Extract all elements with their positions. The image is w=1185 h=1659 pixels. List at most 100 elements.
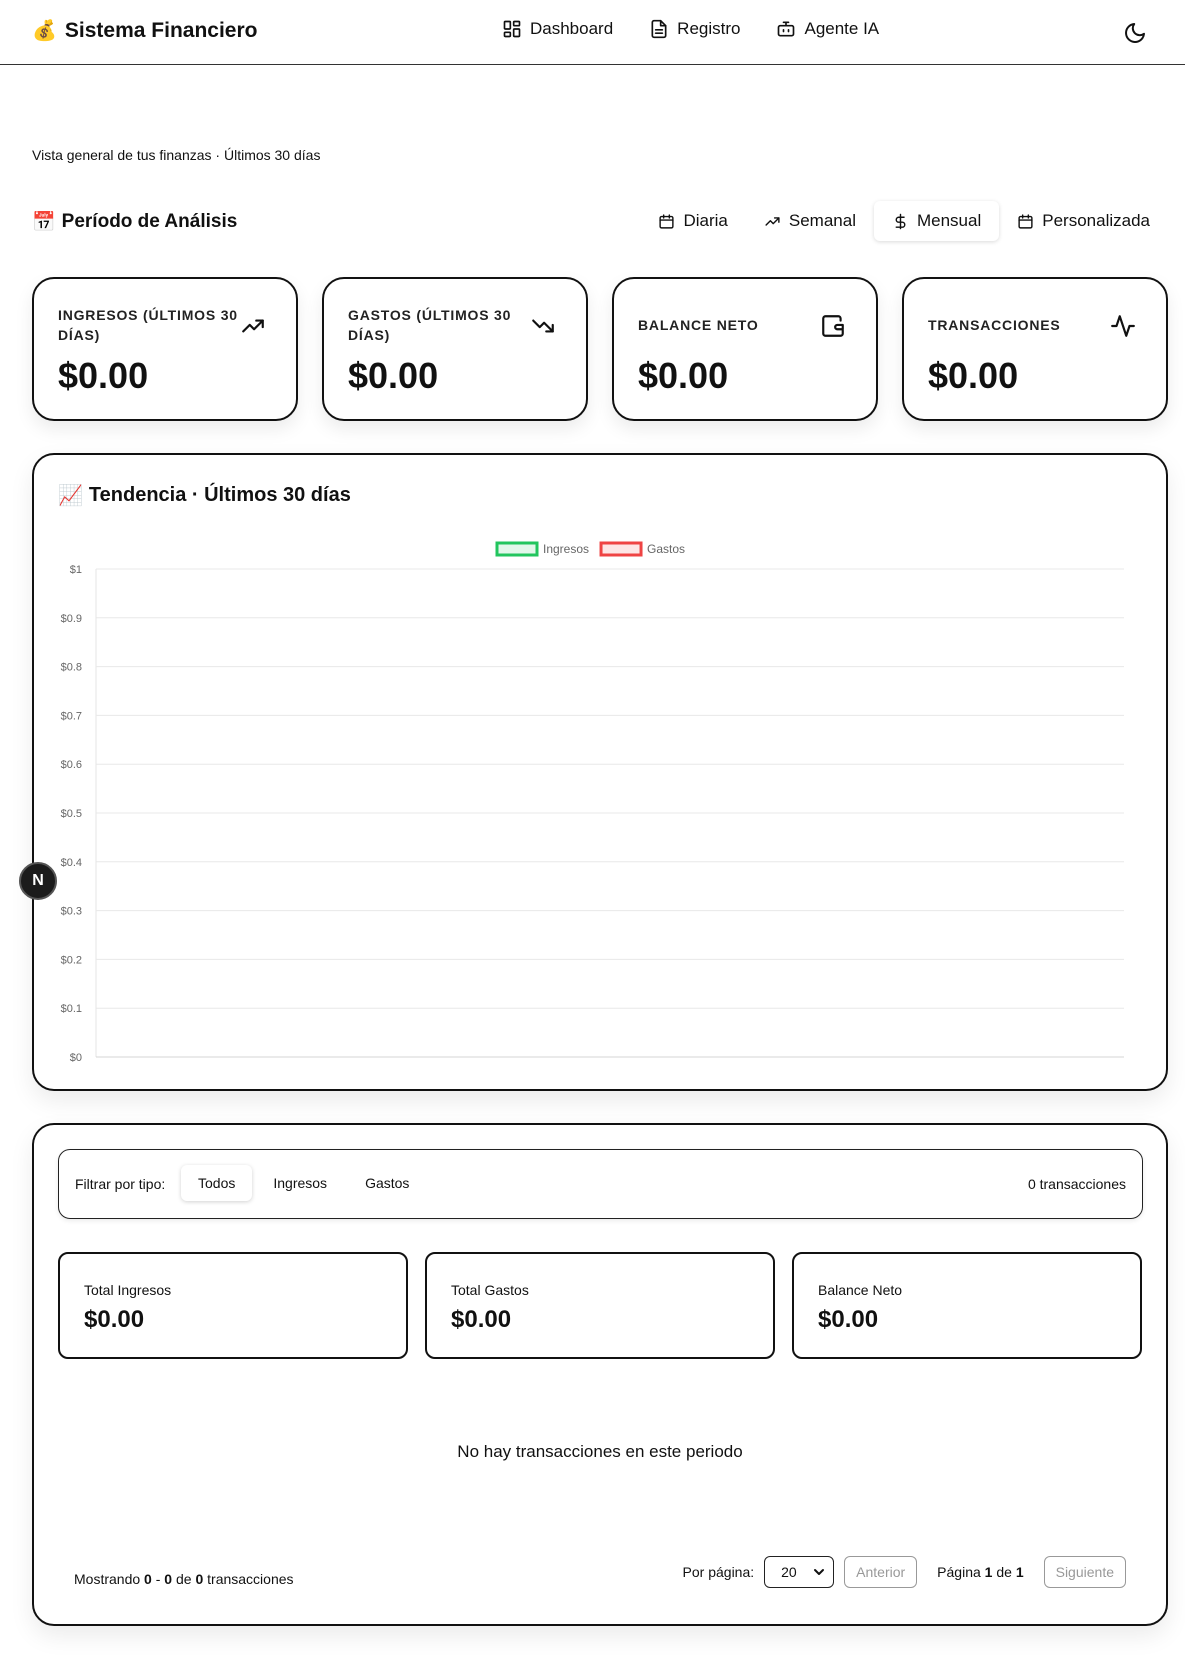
top-navbar: 💰 Sistema Financiero Dashboard Registro … [0,0,1185,65]
filter-buttons: Todos Ingresos Gastos [181,1165,426,1201]
y-tick-label: $0.9 [61,613,82,625]
filter-bar: Filtrar por tipo: Todos Ingresos Gastos … [58,1149,1143,1219]
next-dev-badge[interactable]: N [19,862,57,900]
summary-card-balance: Balance Neto $0.00 [792,1252,1142,1359]
page-word: Página [937,1564,981,1580]
summary-value: $0.00 [818,1306,879,1333]
pager-to: 0 [164,1571,173,1587]
y-tick-label: $0.1 [61,1003,82,1015]
pagination-controls: Por página: 20 Anterior Página 1 de 1 Si… [683,1556,1126,1588]
summary-label: Balance Neto [818,1282,903,1298]
y-tick-label: $0.4 [61,857,82,869]
pager-from: 0 [144,1571,152,1587]
activity-icon [1111,315,1135,337]
wallet-icon [822,315,844,337]
stat-label: TRANSACCIONES [928,317,1061,333]
stat-card-ingresos: INGRESOS (ÚLTIMOS 30 DÍAS) $0.00 [32,277,298,421]
filter-gastos-button[interactable]: Gastos [348,1165,426,1201]
period-title: 📅 Período de Análisis [32,210,237,234]
trending-up-icon [242,319,264,333]
money-bag-icon: 💰 [32,20,57,42]
stat-value: $0.00 [928,355,1019,396]
period-semanal-label: Semanal [788,211,856,230]
legend-swatch [599,541,643,557]
stat-card-transacciones: TRANSACCIONES $0.00 [902,277,1168,421]
y-tick-label: $1 [70,564,82,576]
summary-label: Total Gastos [451,1282,529,1298]
current-page: 1 [984,1564,993,1580]
dashboard-icon [503,20,521,38]
y-tick-label: $0.3 [61,906,82,918]
filter-label: Filtrar por tipo: [75,1176,166,1192]
period-personalizada-label: Personalizada [1042,211,1150,230]
summary-value: $0.00 [84,1306,145,1333]
y-tick-label: $0.2 [61,954,82,966]
pager-of: de [175,1571,192,1587]
transaction-count: 0 transacciones [1027,1176,1126,1192]
summary-label: Total Ingresos [84,1282,172,1298]
trending-up-icon [765,216,780,226]
main-nav: Dashboard Registro Agente IA [502,19,879,39]
stat-card-balance: BALANCE NETO $0.00 [612,277,878,421]
legend-label: Gastos [647,542,685,556]
page-subtitle: Vista general de tus finanzas · Últimos … [32,147,321,163]
nav-dashboard-label: Dashboard [530,19,614,38]
stat-card-gastos: GASTOS (ÚLTIMOS 30 DÍAS) $0.00 [322,277,588,421]
trend-chart-card: 📈 Tendencia · Últimos 30 días $0 $0.1 $0.2… [32,453,1168,1091]
next-page-button[interactable]: Siguiente [1043,1556,1126,1588]
filter-ingresos-button[interactable]: Ingresos [256,1165,344,1201]
y-tick-label: $0.5 [61,808,82,820]
per-page-label: Por página: [682,1564,755,1580]
summary-value: $0.00 [451,1306,512,1333]
y-tick-label: $0.6 [61,759,82,771]
period-mensual-button[interactable]: Mensual [873,201,1000,241]
calendar-icon [1018,213,1033,229]
stat-value: $0.00 [58,355,149,396]
chevron-down-icon [814,1569,825,1575]
y-tick-label: $0.8 [61,662,82,674]
trending-down-icon [532,319,554,333]
pager-showing: Mostrando [74,1571,141,1587]
calendar-icon [659,213,675,229]
stat-label: GASTOS (ÚLTIMOS 30 DÍAS) [348,307,512,343]
y-tick-label: $0.7 [61,710,82,722]
calendar-emoji-icon: 📅 [32,212,56,233]
stat-label: BALANCE NETO [638,317,759,333]
period-semanal-button[interactable]: Semanal [746,201,874,241]
nav-registro[interactable]: Registro [649,19,740,39]
pager-dash: - [155,1571,161,1587]
summary-card-ingresos: Total Ingresos $0.00 [58,1252,408,1359]
trend-chart: $0 $0.1 $0.2 $0.3 $0.4 $0.5 $0.6 $0.7 $0.8 $0.9 $1… [61,541,1124,1064]
per-page-select[interactable]: 20 [764,1556,835,1588]
nav-agente-label: Agente IA [804,19,880,38]
period-mensual-label: Mensual [916,211,982,230]
brand-title: Sistema Financiero [64,18,258,42]
y-tick-label: $0 [70,1052,82,1064]
dollar-icon [895,213,906,229]
period-diaria-button[interactable]: Diaria [640,201,745,241]
period-selector: Diaria Semanal Mensual Personalizada [640,201,1168,241]
nav-registro-label: Registro [677,19,741,38]
total-pages: 1 [1015,1564,1024,1580]
page-of: de [996,1564,1012,1580]
stat-value: $0.00 [638,355,729,396]
pagination-info: Mostrando 0 - 0 de 0 transacciones [74,1571,294,1587]
nav-dashboard[interactable]: Dashboard [502,19,613,39]
per-page-value: 20 [781,1564,797,1580]
brand[interactable]: 💰 Sistema Financiero [32,18,257,43]
legend-swatch [495,541,539,557]
nav-agente-ia[interactable]: Agente IA [776,19,879,39]
transactions-card: Filtrar por tipo: Todos Ingresos Gastos … [32,1123,1168,1626]
page-indicator: Página 1 de 1 [937,1564,1023,1580]
empty-state-message: No hay transacciones en este periodo [457,1442,743,1461]
stat-label: INGRESOS (ÚLTIMOS 30 DÍAS) [58,307,238,343]
file-text-icon [651,19,667,39]
summary-card-gastos: Total Gastos $0.00 [425,1252,775,1359]
pager-suffix: transacciones [207,1571,294,1587]
bot-icon [778,21,795,37]
filter-todos-button[interactable]: Todos [181,1165,253,1201]
moon-icon[interactable] [1123,21,1147,45]
period-personalizada-button[interactable]: Personalizada [999,201,1168,241]
pager-total: 0 [195,1571,204,1587]
prev-page-button[interactable]: Anterior [844,1556,918,1588]
